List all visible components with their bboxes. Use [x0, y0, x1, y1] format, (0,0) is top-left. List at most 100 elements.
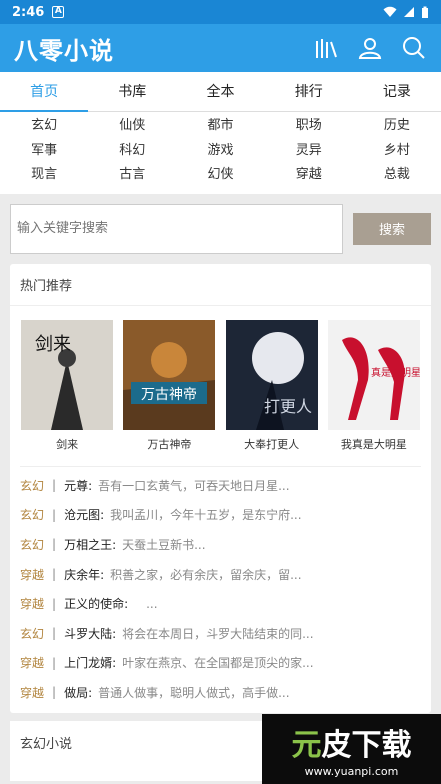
user-icon[interactable]	[357, 35, 383, 61]
genre-tag: 穿越	[20, 656, 45, 671]
book-desc: ...	[146, 596, 158, 611]
hot-recommend-card: 热门推荐 剑来 剑来 万古神帝 万古神帝 打更人 大奉打更人 真是大明星 我真是…	[10, 263, 431, 714]
watermark-logo: 元皮下载 www.yuanpi.com	[262, 714, 441, 784]
list-item[interactable]: 穿越 | 庆余年: 积善之家，必有余庆，留余庆，留...	[20, 559, 421, 589]
genre-tag: 穿越	[20, 567, 45, 582]
book-name: 沧元图:	[64, 508, 105, 523]
genre-tag: 玄幻	[20, 478, 45, 493]
notification-icon: A	[52, 6, 65, 18]
cover-title: 剑来	[35, 334, 71, 355]
list-item[interactable]: 玄幻 | 斗罗大陆: 将会在本周日，斗罗大陆结束的同...	[20, 618, 421, 648]
battery-icon	[422, 6, 428, 18]
section-title: 热门推荐	[10, 264, 431, 306]
tab-home[interactable]: 首页	[0, 72, 88, 112]
list-item[interactable]: 穿越 | 正义的使命: ...	[20, 589, 421, 619]
book-desc: 将会在本周日，斗罗大陆结束的同...	[122, 626, 314, 641]
book-desc: 积善之家，必有余庆，留余庆，留...	[110, 567, 302, 582]
category-link[interactable]: 仙侠	[88, 114, 176, 139]
category-link[interactable]: 游戏	[176, 139, 264, 164]
book-name: 正义的使命:	[64, 597, 129, 612]
tab-history[interactable]: 记录	[353, 72, 441, 112]
main-tabs: 首页 书库 全本 排行 记录	[0, 72, 441, 112]
book-cover[interactable]: 万古神帝	[123, 319, 216, 430]
separator: |	[52, 596, 57, 611]
separator: |	[52, 537, 57, 552]
book-name: 上门龙婿:	[64, 656, 117, 671]
list-item[interactable]: 穿越 | 做局: 普通人做事，聪明人做式，高手做...	[20, 678, 421, 708]
watermark-text: 元皮下载	[291, 728, 412, 763]
category-link[interactable]: 现言	[0, 163, 88, 188]
separator: |	[52, 626, 57, 641]
watermark-url: www.yuanpi.com	[304, 765, 399, 778]
status-bar: 2:46 A	[0, 0, 441, 24]
wifi-icon	[383, 6, 397, 17]
active-tab-indicator	[0, 110, 88, 112]
genre-tag: 玄幻	[20, 626, 45, 641]
category-link[interactable]: 科幻	[88, 139, 176, 164]
category-link[interactable]: 穿越	[265, 163, 353, 188]
book-cover[interactable]: 剑来	[21, 319, 114, 430]
search-button[interactable]: 搜索	[353, 212, 431, 245]
book-desc: 叶家在燕京、在全国都是顶尖的家...	[122, 656, 314, 671]
book-desc: 吾有一口玄黄气，可吞天地日月星...	[98, 478, 290, 493]
cover-title: 打更人	[264, 397, 312, 416]
bookshelf-icon[interactable]	[313, 35, 339, 61]
tab-ranking[interactable]: 排行	[265, 72, 353, 112]
separator: |	[52, 655, 57, 670]
separator: |	[52, 507, 57, 522]
signal-icon	[404, 7, 414, 17]
genre-tag: 穿越	[20, 597, 45, 612]
genre-tag: 玄幻	[20, 508, 45, 523]
category-link[interactable]: 古言	[88, 163, 176, 188]
book-title: 万古神帝	[147, 437, 192, 451]
cover-title: 万古神帝	[141, 387, 197, 403]
category-link[interactable]: 幻侠	[176, 163, 264, 188]
search-input[interactable]	[10, 203, 343, 254]
book-cover[interactable]: 打更人	[225, 319, 318, 430]
genre-tag: 玄幻	[20, 537, 45, 552]
separator: |	[52, 478, 57, 493]
book-item[interactable]: 打更人 大奉打更人	[225, 319, 318, 452]
list-item[interactable]: 玄幻 | 元尊: 吾有一口玄黄气，可吞天地日月星...	[20, 471, 421, 501]
book-desc: 天蚕土豆新书...	[122, 537, 206, 552]
book-desc: 我叫孟川，今年十五岁，是东宁府...	[110, 508, 302, 523]
category-link[interactable]: 职场	[265, 114, 353, 139]
list-item[interactable]: 穿越 | 上门龙婿: 叶家在燕京、在全国都是顶尖的家...	[20, 648, 421, 678]
book-cover[interactable]: 真是大明星	[327, 319, 420, 430]
app-bar: 八零小说	[0, 24, 441, 72]
search-bar: 搜索	[0, 194, 441, 264]
separator: |	[52, 685, 57, 700]
book-covers: 剑来 剑来 万古神帝 万古神帝 打更人 大奉打更人 真是大明星 我真是大明星	[10, 306, 431, 462]
book-name: 做局:	[64, 685, 93, 700]
book-name: 元尊:	[64, 478, 93, 493]
tab-complete[interactable]: 全本	[176, 72, 264, 112]
category-link[interactable]: 军事	[0, 139, 88, 164]
tab-library[interactable]: 书库	[88, 72, 176, 112]
book-desc: 普通人做事，聪明人做式，高手做...	[98, 685, 290, 700]
book-title: 大奉打更人	[244, 437, 300, 451]
category-link[interactable]: 历史	[353, 114, 441, 139]
cover-title: 真是大明星	[371, 366, 420, 379]
category-link[interactable]: 乡村	[353, 139, 441, 164]
category-link[interactable]: 灵异	[265, 139, 353, 164]
search-icon[interactable]	[401, 35, 427, 61]
category-grid: 玄幻 仙侠 都市 职场 历史 军事 科幻 游戏 灵异 乡村 现言 古言 幻侠 穿…	[0, 112, 441, 194]
category-link[interactable]: 总裁	[353, 163, 441, 188]
book-name: 庆余年:	[64, 567, 105, 582]
hot-list: 玄幻 | 元尊: 吾有一口玄黄气，可吞天地日月星... 玄幻 | 沧元图: 我叫…	[20, 465, 421, 714]
separator: |	[52, 567, 57, 582]
status-time: 2:46	[12, 4, 45, 20]
list-item[interactable]: 玄幻 | 沧元图: 我叫孟川，今年十五岁，是东宁府...	[20, 500, 421, 530]
category-link[interactable]: 都市	[176, 114, 264, 139]
book-title: 剑来	[56, 437, 79, 451]
app-logo: 八零小说	[14, 36, 114, 65]
book-name: 斗罗大陆:	[64, 626, 117, 641]
genre-tag: 穿越	[20, 685, 45, 700]
book-title: 我真是大明星	[340, 437, 407, 451]
book-item[interactable]: 真是大明星 我真是大明星	[327, 319, 420, 452]
list-item[interactable]: 玄幻 | 万相之王: 天蚕土豆新书...	[20, 530, 421, 560]
book-item[interactable]: 剑来 剑来	[21, 319, 114, 452]
book-item[interactable]: 万古神帝 万古神帝	[123, 319, 216, 452]
category-link[interactable]: 玄幻	[0, 114, 88, 139]
book-name: 万相之王:	[64, 537, 117, 552]
